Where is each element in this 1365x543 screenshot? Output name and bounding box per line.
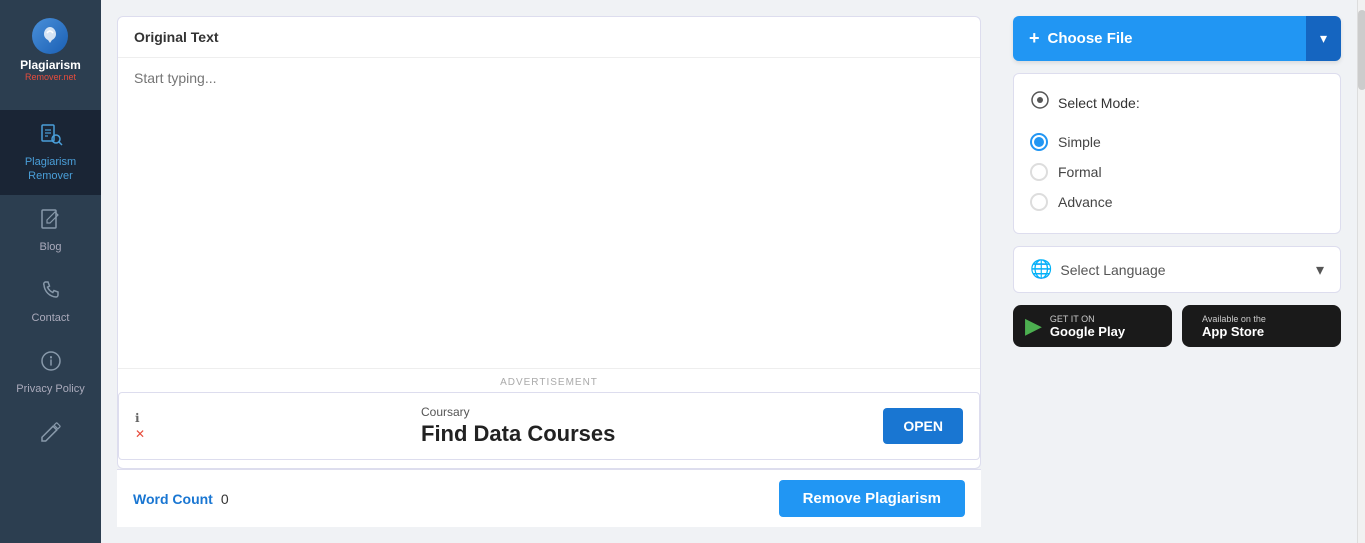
mode-option-advance[interactable]: Advance xyxy=(1030,187,1324,217)
app-badges: ▶ GET IT ON Google Play Available on the… xyxy=(1013,305,1341,347)
language-select[interactable]: 🌐 Select Language ▾ xyxy=(1013,246,1341,293)
google-play-get: GET IT ON xyxy=(1050,314,1125,324)
mode-header-label: Select Mode: xyxy=(1058,95,1140,111)
mode-option-simple[interactable]: Simple xyxy=(1030,127,1324,157)
word-count-value: 0 xyxy=(221,491,229,507)
sidebar-item-contact[interactable]: Contact xyxy=(0,266,101,337)
footer-bar: Word Count 0 Remove Plagiarism xyxy=(117,469,981,527)
scrollbar-thumb[interactable] xyxy=(1358,10,1365,90)
logo-icon xyxy=(32,18,68,54)
ad-open-button[interactable]: OPEN xyxy=(883,408,963,444)
ad-title: Find Data Courses xyxy=(421,421,615,447)
ad-box: ℹ ✕ Coursary Find Data Courses OPEN xyxy=(118,392,980,460)
original-text-input[interactable] xyxy=(134,70,964,356)
app-store-store: App Store xyxy=(1202,324,1266,339)
ad-close-icon[interactable]: ✕ xyxy=(135,427,145,441)
radio-simple[interactable] xyxy=(1030,133,1048,151)
pencil-icon xyxy=(39,420,63,450)
google-play-badge[interactable]: ▶ GET IT ON Google Play xyxy=(1013,305,1172,347)
text-panel-body xyxy=(118,58,980,368)
language-select-label: Select Language xyxy=(1060,262,1165,278)
google-play-icon: ▶ xyxy=(1025,313,1042,339)
sidebar-item-extra[interactable] xyxy=(0,408,101,466)
google-play-text: GET IT ON Google Play xyxy=(1050,314,1125,339)
sidebar: Plagiarism Remover.net PlagiarismRemover… xyxy=(0,0,101,543)
chevron-down-icon: ▾ xyxy=(1320,30,1327,46)
globe-icon: 🌐 xyxy=(1030,259,1052,280)
text-panel: Original Text ADVERTISEMENT ℹ ✕ Coursary… xyxy=(117,16,981,469)
mode-icon xyxy=(1030,90,1050,115)
choose-file-dropdown-button[interactable]: ▾ xyxy=(1306,16,1341,61)
logo-subtext: Remover.net xyxy=(25,72,76,82)
mode-header: Select Mode: xyxy=(1030,90,1324,115)
language-chevron-icon: ▾ xyxy=(1316,260,1324,280)
app-store-text: Available on the App Store xyxy=(1202,314,1266,339)
plagiarism-remover-icon xyxy=(39,122,63,152)
ad-label: ADVERTISEMENT xyxy=(118,377,980,388)
sidebar-logo: Plagiarism Remover.net xyxy=(16,10,85,90)
sidebar-item-plagiarism-remover-label: PlagiarismRemover xyxy=(25,156,76,182)
word-count-section: Word Count 0 xyxy=(133,491,229,507)
advertisement-section: ADVERTISEMENT ℹ ✕ Coursary Find Data Cou… xyxy=(118,368,980,468)
mode-label-advance: Advance xyxy=(1058,194,1112,210)
ad-controls: ℹ ✕ xyxy=(135,411,145,441)
ad-content: Coursary Find Data Courses xyxy=(421,405,615,447)
blog-icon xyxy=(39,207,63,237)
privacy-icon xyxy=(39,349,63,379)
mode-panel: Select Mode: Simple Formal Advance xyxy=(1013,73,1341,234)
choose-file-label: Choose File xyxy=(1048,30,1133,47)
choose-file-container: + Choose File ▾ xyxy=(1013,16,1341,61)
app-store-badge[interactable]: Available on the App Store xyxy=(1182,305,1341,347)
sidebar-item-privacy-label: Privacy Policy xyxy=(16,383,84,396)
logo-text: Plagiarism xyxy=(20,58,81,72)
main-content: Original Text ADVERTISEMENT ℹ ✕ Coursary… xyxy=(101,0,997,543)
app-store-get: Available on the xyxy=(1202,314,1266,324)
choose-file-button[interactable]: + Choose File xyxy=(1013,16,1306,61)
sidebar-item-privacy-policy[interactable]: Privacy Policy xyxy=(0,337,101,408)
word-count-label: Word Count xyxy=(133,491,213,507)
language-select-left: 🌐 Select Language xyxy=(1030,259,1166,280)
mode-option-formal[interactable]: Formal xyxy=(1030,157,1324,187)
ad-brand: Coursary xyxy=(421,405,615,419)
radio-formal[interactable] xyxy=(1030,163,1048,181)
mode-label-formal: Formal xyxy=(1058,164,1102,180)
plus-icon: + xyxy=(1029,28,1040,49)
right-panel: + Choose File ▾ Select Mode: Simple Form… xyxy=(997,0,1357,543)
mode-label-simple: Simple xyxy=(1058,134,1101,150)
radio-advance[interactable] xyxy=(1030,193,1048,211)
scrollbar[interactable] xyxy=(1357,0,1365,543)
sidebar-item-blog-label: Blog xyxy=(39,241,61,254)
sidebar-item-plagiarism-remover[interactable]: PlagiarismRemover xyxy=(0,110,101,194)
google-play-store: Google Play xyxy=(1050,324,1125,339)
remove-plagiarism-button[interactable]: Remove Plagiarism xyxy=(779,480,965,517)
sidebar-item-blog[interactable]: Blog xyxy=(0,195,101,266)
ad-info-icon[interactable]: ℹ xyxy=(135,411,140,425)
text-panel-header: Original Text xyxy=(118,17,980,58)
sidebar-item-contact-label: Contact xyxy=(32,312,70,325)
contact-icon xyxy=(39,278,63,308)
